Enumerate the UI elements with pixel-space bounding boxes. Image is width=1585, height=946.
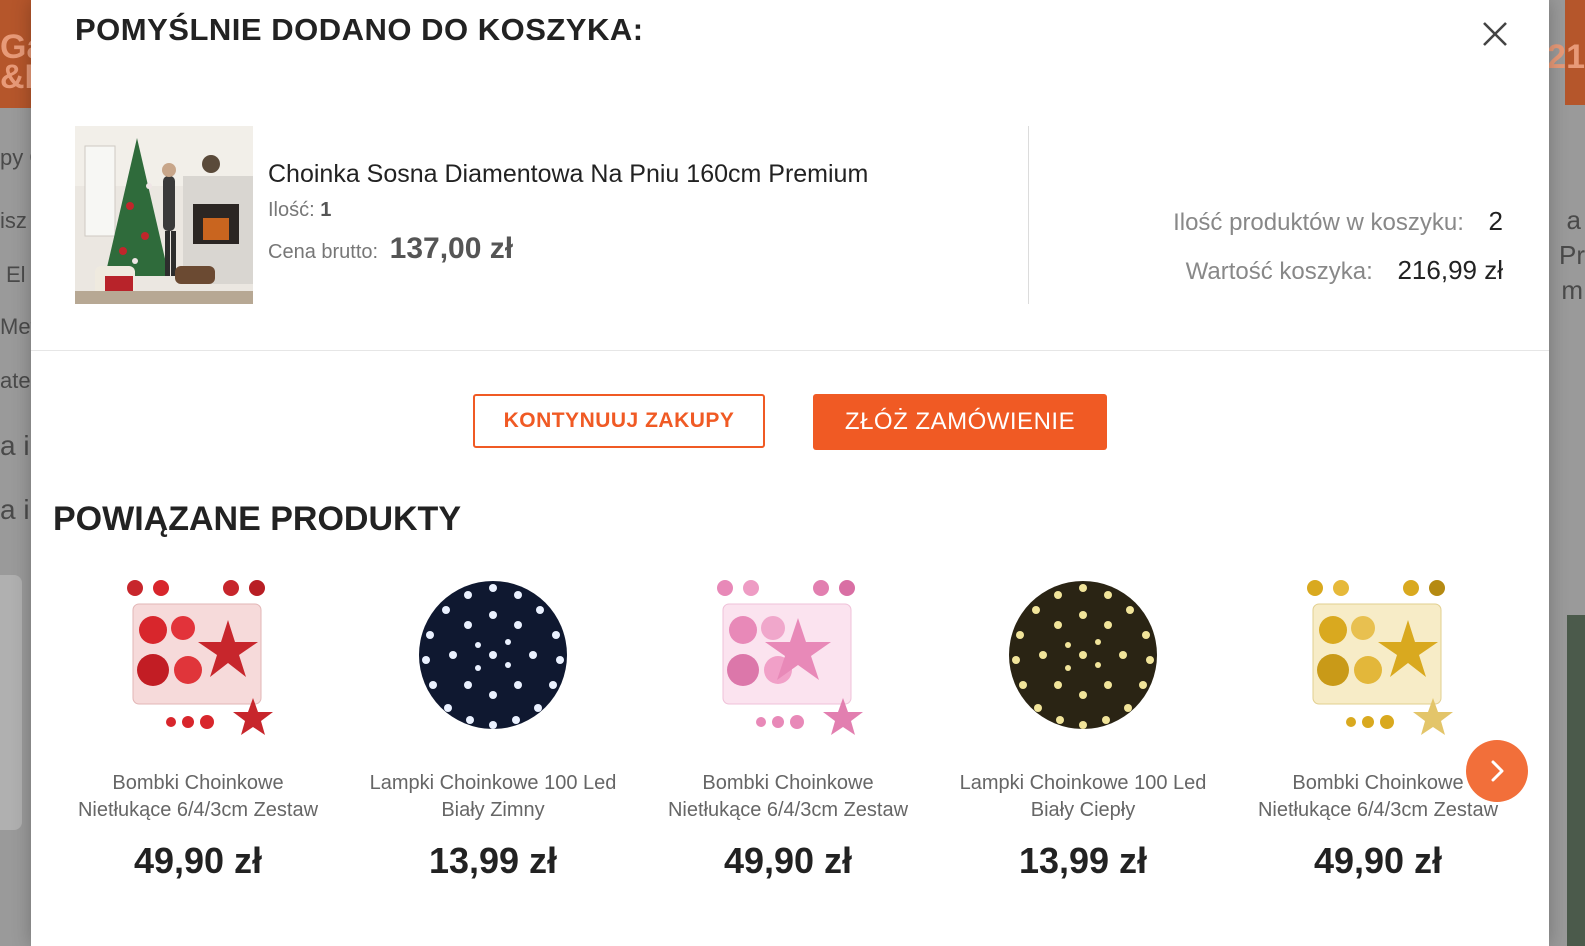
background-text: a i [0,430,30,461]
background-text: a [1566,205,1581,235]
cold-white-lights-image [419,581,567,729]
related-product-card[interactable]: Bombki Choinkowe Nietłukące 6/4/3cm Zesta… [53,570,343,882]
modal-title: POMYŚLNIE DODANO DO KOSZYKA: [75,12,644,47]
related-product-price: 13,99 zł [1018,840,1148,881]
cart-count-row: Ilość produktów w koszyku: 2 [1173,206,1503,237]
price-label: Cena brutto: [268,241,379,263]
cart-count-value: 2 [1488,206,1503,236]
related-product-price: 49,90 zł [1313,840,1443,881]
background-text: isz [0,208,27,233]
price-value: 137,00 zł [389,232,514,265]
product-info: Choinka Sosna Diamentowa Na Pniu 160cm P… [268,160,868,266]
related-product-name: Bombki Choinkowe Nietłukące 6/4/3cm Zesta… [77,772,319,821]
close-icon[interactable] [1479,18,1511,50]
cart-total-row: Wartość koszyka: 216,99 zł [1173,255,1503,286]
related-product-card[interactable]: Bombki Choinkowe Nietłukące 6/4/3cm Zesta… [1233,570,1523,882]
background-text: El [6,262,26,287]
quantity-row: Ilość: 1 [268,199,868,222]
product-image [75,126,253,304]
cart-total-label: Wartość koszyka: [1185,258,1373,285]
background-text: m [1561,275,1583,305]
divider [1028,126,1029,304]
warm-white-lights-image [1009,581,1157,729]
cart-summary: Ilość produktów w koszyku: 2 Wartość kos… [1173,206,1503,304]
added-product-section: Choinka Sosna Diamentowa Na Pniu 160cm P… [31,110,1549,351]
related-product-card[interactable]: Lampki Choinkowe 100 Led Biały Ciepły 13,… [938,570,1228,882]
related-product-name: Lampki Choinkowe 100 Led Biały Zimny [369,772,617,821]
red-baubles-image [127,580,273,735]
quantity-value: 1 [320,199,332,221]
gold-baubles-image [1307,580,1453,735]
related-product-name: Bombki Choinkowe Nietłukące 6/4/3cm Zesta… [667,772,909,821]
related-products-title: POWIĄZANE PRODUKTY [53,500,461,538]
cart-count-label: Ilość produktów w koszyku: [1173,209,1464,236]
background-text: a i [0,494,30,525]
quantity-label: Ilość: [268,199,315,221]
related-product-price: 49,90 zł [133,840,263,881]
pink-baubles-image [717,580,863,735]
price-row: Cena brutto: 137,00 zł [268,232,868,266]
related-product-name: Lampki Choinkowe 100 Led Biały Ciepły [959,772,1207,821]
continue-shopping-button[interactable]: KONTYNUUJ ZAKUPY [473,394,765,448]
background-card [0,575,22,830]
add-to-cart-modal: POMYŚLNIE DODANO DO KOSZYKA: Choinka Sos… [31,0,1549,946]
place-order-button[interactable]: ZŁÓŻ ZAMÓWIENIE [813,394,1107,450]
cart-total-value: 216,99 zł [1397,255,1503,285]
related-product-price: 49,90 zł [723,840,853,881]
related-product-card[interactable]: Bombki Choinkowe Nietłukące 6/4/3cm Zesta… [643,570,933,882]
background-text: Pr [1559,240,1585,270]
background-text: 21 [1547,38,1585,76]
related-products-carousel: Bombki Choinkowe Nietłukące 6/4/3cm Zesta… [53,570,1533,900]
chevron-right-icon[interactable] [1466,740,1528,802]
related-product-price: 13,99 zł [428,840,558,881]
product-name[interactable]: Choinka Sosna Diamentowa Na Pniu 160cm P… [268,160,868,189]
background-photo [1567,615,1585,946]
related-product-card[interactable]: Lampki Choinkowe 100 Led Biały Zimny 13,9… [348,570,638,882]
